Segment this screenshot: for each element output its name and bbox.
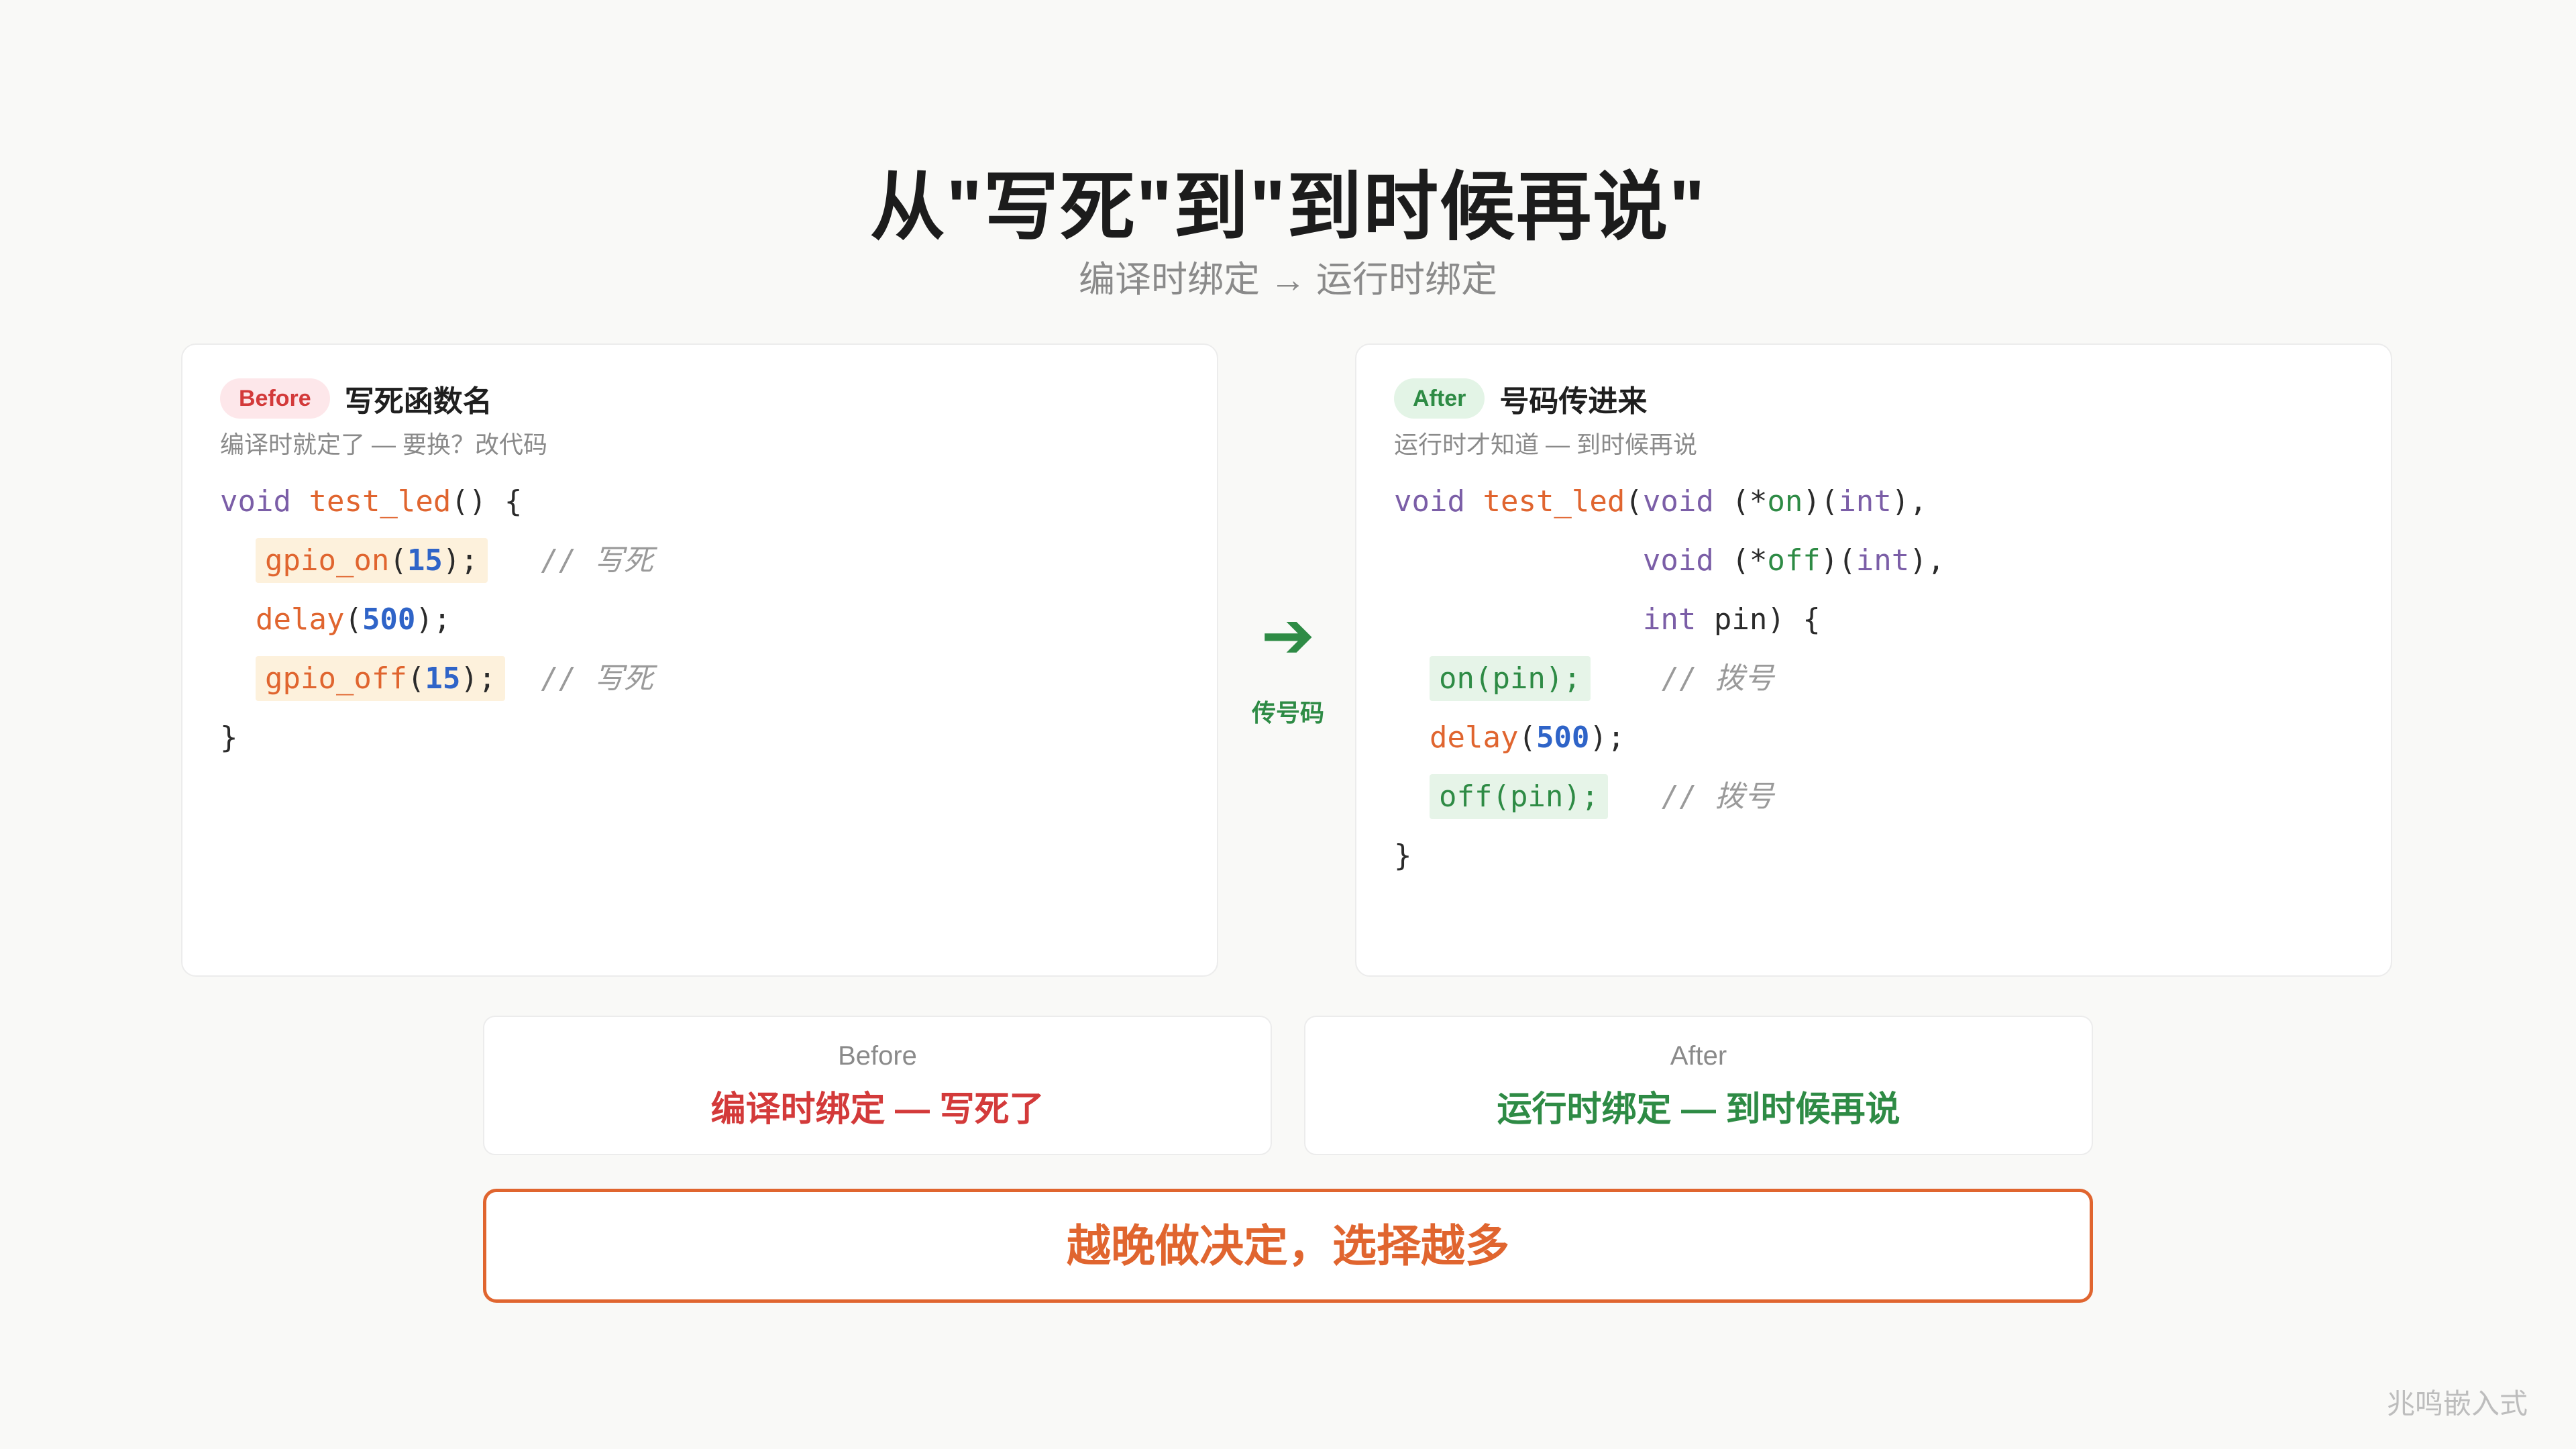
after-panel-header: After 号码传进来 xyxy=(1394,377,1647,420)
code-text: ( xyxy=(1625,484,1643,519)
code-keyword: void xyxy=(1394,484,1465,519)
after-summary-value: 运行时绑定 — 到时候再说 xyxy=(1497,1090,1900,1129)
code-number: 15 xyxy=(407,543,443,578)
code-line: void (*off)(int), xyxy=(1394,531,1945,590)
code-highlight: gpio_on(15); xyxy=(255,538,488,583)
page-title: 从"写死"到"到时候再说" xyxy=(869,165,1707,249)
watermark: 兆鸣嵌入式 xyxy=(2386,1388,2528,1419)
code-text: ); xyxy=(460,661,496,696)
code-text: ); xyxy=(1589,720,1625,755)
code-line: off(pin); // 拨号 xyxy=(1394,767,1945,826)
code-keyword: void xyxy=(1642,484,1714,519)
before-panel-title: 写死函数名 xyxy=(344,385,492,418)
code-keyword: void xyxy=(220,484,291,519)
conclusion-banner: 越晚做决定，选择越多 xyxy=(483,1189,2093,1303)
code-text: () { xyxy=(451,484,523,519)
code-text: )( xyxy=(1820,543,1856,578)
code-line: delay(500); xyxy=(220,590,653,649)
code-number: 500 xyxy=(362,602,416,637)
after-panel: After 号码传进来 运行时才知道 — 到时候再说 void test_led… xyxy=(1355,343,2392,977)
after-summary-card: After 运行时绑定 — 到时候再说 xyxy=(1304,1016,2093,1155)
after-panel-title: 号码传进来 xyxy=(1499,385,1648,418)
before-panel-header: Before 写死函数名 xyxy=(220,377,492,420)
code-param: on xyxy=(1767,484,1803,519)
code-line: gpio_off(15); // 写死 xyxy=(220,649,653,708)
code-text: (* xyxy=(1713,543,1768,578)
after-summary-label: After xyxy=(1670,1041,1727,1071)
after-badge: After xyxy=(1394,378,1485,419)
code-function: test_led xyxy=(1483,484,1625,519)
code-text: ( xyxy=(407,661,425,696)
code-function: gpio_on xyxy=(264,543,390,578)
code-text: } xyxy=(1394,839,1412,873)
code-number: 500 xyxy=(1536,720,1590,755)
code-line: } xyxy=(220,708,653,767)
code-text: ( xyxy=(1518,720,1536,755)
code-text: ); xyxy=(415,602,451,637)
code-comment: // 拨号 xyxy=(1661,780,1774,814)
code-keyword: int xyxy=(1856,543,1910,578)
before-summary-value: 编译时绑定 — 写死了 xyxy=(710,1090,1044,1129)
code-line: int pin) { xyxy=(1394,590,1945,649)
code-function: gpio_off xyxy=(264,661,407,696)
code-line: on(pin); // 拨号 xyxy=(1394,649,1945,708)
code-comment: // 写死 xyxy=(541,661,653,696)
after-code-block: void test_led(void (*on)(int), void (*of… xyxy=(1394,472,1945,885)
code-param: off xyxy=(1767,543,1821,578)
code-text: } xyxy=(220,720,238,755)
after-panel-subtitle: 运行时才知道 — 到时候再说 xyxy=(1394,431,1698,458)
before-panel: Before 写死函数名 编译时就定了 — 要换？改代码 void test_l… xyxy=(181,343,1218,977)
code-text: (* xyxy=(1713,484,1768,519)
right-arrow-icon: ➔ xyxy=(1260,600,1316,672)
code-function: test_led xyxy=(309,484,451,519)
arrow-label: 传号码 xyxy=(1251,699,1324,727)
code-highlight: off(pin); xyxy=(1429,774,1609,819)
before-badge: Before xyxy=(220,378,330,419)
before-panel-subtitle: 编译时就定了 — 要换？改代码 xyxy=(220,431,548,458)
code-text: ); xyxy=(442,543,478,578)
code-keyword: int xyxy=(1642,602,1697,637)
code-highlight: on(pin); xyxy=(1429,656,1591,701)
code-line: void test_led() { xyxy=(220,472,653,531)
code-line: } xyxy=(1394,826,1945,885)
code-number: 15 xyxy=(425,661,461,696)
code-text: ( xyxy=(389,543,407,578)
code-line: delay(500); xyxy=(1394,708,1945,767)
code-line: gpio_on(15); // 写死 xyxy=(220,531,653,590)
page-subtitle: 编译时绑定 → 运行时绑定 xyxy=(1078,260,1497,300)
code-text: pin) { xyxy=(1696,602,1821,637)
code-comment: // 拨号 xyxy=(1661,661,1774,696)
code-text: ), xyxy=(1891,484,1927,519)
code-text: ), xyxy=(1909,543,1945,578)
before-code-block: void test_led() { gpio_on(15); // 写死 del… xyxy=(220,472,653,767)
code-function: delay xyxy=(255,602,345,637)
code-function: delay xyxy=(1429,720,1519,755)
code-line: void test_led(void (*on)(int), xyxy=(1394,472,1945,531)
code-keyword: void xyxy=(1642,543,1714,578)
code-keyword: int xyxy=(1838,484,1892,519)
before-summary-card: Before 编译时绑定 — 写死了 xyxy=(483,1016,1272,1155)
code-text: )( xyxy=(1803,484,1839,519)
code-highlight: gpio_off(15); xyxy=(255,656,506,701)
before-summary-label: Before xyxy=(838,1041,917,1071)
code-text: ( xyxy=(344,602,362,637)
code-comment: // 写死 xyxy=(541,543,653,578)
